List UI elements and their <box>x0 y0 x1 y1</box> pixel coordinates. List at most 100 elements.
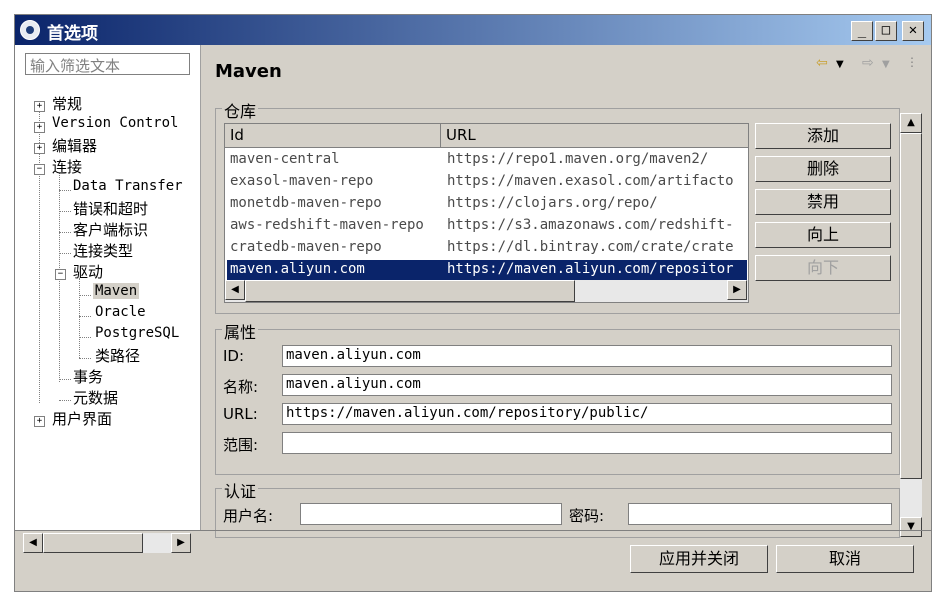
scroll-thumb[interactable] <box>43 533 143 553</box>
scroll-right-arrow-icon[interactable]: ▶ <box>171 533 191 553</box>
repo-url-cell: https://repo1.maven.org/maven2/ <box>447 151 709 167</box>
tree-item-ui[interactable]: 用户界面 <box>52 408 112 429</box>
collapse-icon[interactable]: − <box>55 269 66 280</box>
maximize-button[interactable]: □ <box>875 21 897 41</box>
repo-id-cell: monetdb-maven-repo <box>230 195 382 211</box>
repo-url-cell: https://s3.amazonaws.com/redshift- <box>447 217 734 233</box>
tree-item-version-control[interactable]: Version Control <box>52 115 178 131</box>
tree-guide <box>59 190 71 191</box>
tree-guide <box>79 316 91 317</box>
table-row[interactable]: maven.aliyun.com https://maven.aliyun.com… <box>227 260 747 282</box>
tree-item-general[interactable]: 常规 <box>52 93 82 114</box>
tree-guide <box>59 400 71 401</box>
tree-item-postgresql[interactable]: PostgreSQL <box>95 325 179 341</box>
forward-arrow-icon[interactable]: ⇨ <box>862 55 874 71</box>
expand-icon[interactable]: + <box>34 101 45 112</box>
page-vertical-scrollbar[interactable]: ▲ ▼ <box>900 113 922 537</box>
password-field[interactable] <box>628 503 892 525</box>
back-arrow-icon[interactable]: ⇦ <box>816 55 828 71</box>
move-down-button[interactable]: 向下 <box>755 255 891 281</box>
scope-label: 范围: <box>223 436 259 454</box>
table-row[interactable]: cratedb-maven-repo https://dl.bintray.com… <box>227 238 747 260</box>
tree-item-editors[interactable]: 编辑器 <box>52 135 97 156</box>
scroll-down-arrow-icon[interactable]: ▼ <box>900 517 922 537</box>
name-label: 名称: <box>223 378 259 396</box>
password-label: 密码: <box>569 507 605 525</box>
preferences-tree-panel: 输入筛选文本 + 常规 + Version Control + 编辑器 − 连接… <box>15 45 201 553</box>
app-icon <box>20 20 40 40</box>
title-bar[interactable]: 首选项 _ □ ✕ <box>15 15 931 45</box>
collapse-icon[interactable]: − <box>34 164 45 175</box>
preferences-window: 首选项 _ □ ✕ 输入筛选文本 + 常规 + Version Control … <box>14 14 932 592</box>
preference-page: Maven ⇦ ▼ ⇨ ▼ ⋮ 仓库 Id URL maven-central h… <box>202 45 929 538</box>
scroll-thumb[interactable] <box>900 133 922 479</box>
url-field[interactable]: https://maven.aliyun.com/repository/publ… <box>282 403 892 425</box>
repo-url-cell: https://clojars.org/repo/ <box>447 195 658 211</box>
tree-item-metadata[interactable]: 元数据 <box>73 387 118 408</box>
expand-icon[interactable]: + <box>34 416 45 427</box>
tree-item-client-id[interactable]: 客户端标识 <box>73 219 148 240</box>
tree-item-errors-timeouts[interactable]: 错误和超时 <box>73 198 148 219</box>
auth-group-label: 认证 <box>222 478 259 502</box>
tree-item-data-transfer[interactable]: Data Transfer <box>73 178 183 194</box>
tree-item-classpath[interactable]: 类路径 <box>95 345 140 366</box>
view-menu-icon[interactable]: ⋮ <box>906 55 918 69</box>
delete-button[interactable]: 删除 <box>755 156 891 182</box>
table-horizontal-scrollbar[interactable]: ◀ ▶ <box>225 280 748 302</box>
name-field[interactable]: maven.aliyun.com <box>282 374 892 396</box>
filter-input[interactable]: 输入筛选文本 <box>25 53 190 75</box>
id-field[interactable]: maven.aliyun.com <box>282 345 892 367</box>
properties-group-label: 属性 <box>222 319 259 343</box>
username-field[interactable] <box>300 503 562 525</box>
add-button[interactable]: 添加 <box>755 123 891 149</box>
scroll-left-arrow-icon[interactable]: ◀ <box>23 533 43 553</box>
table-row[interactable]: monetdb-maven-repo https://clojars.org/re… <box>227 194 747 216</box>
tree-guide <box>59 211 71 212</box>
tree-item-connections[interactable]: 连接 <box>52 156 82 177</box>
repo-id-cell: maven-central <box>230 151 340 167</box>
close-button[interactable]: ✕ <box>902 21 924 41</box>
back-menu-icon[interactable]: ▼ <box>836 59 844 70</box>
minimize-button[interactable]: _ <box>851 21 873 41</box>
repo-id-cell: cratedb-maven-repo <box>230 239 382 255</box>
repositories-group-label: 仓库 <box>222 98 259 122</box>
table-row[interactable]: aws-redshift-maven-repo https://s3.amazon… <box>227 216 747 238</box>
footer-divider <box>15 530 931 531</box>
tree-item-drivers[interactable]: 驱动 <box>73 261 103 282</box>
repo-url-cell: https://maven.aliyun.com/repositor <box>447 261 734 277</box>
scroll-thumb[interactable] <box>245 280 575 302</box>
scroll-right-arrow-icon[interactable]: ▶ <box>727 280 747 300</box>
scroll-left-arrow-icon[interactable]: ◀ <box>225 280 245 300</box>
tree-item-connection-types[interactable]: 连接类型 <box>73 240 133 261</box>
tree-guide <box>79 295 91 296</box>
repo-url-cell: https://dl.bintray.com/crate/crate <box>447 239 734 255</box>
disable-button[interactable]: 禁用 <box>755 189 891 215</box>
table-row[interactable]: exasol-maven-repo https://maven.exasol.co… <box>227 172 747 194</box>
scope-field[interactable] <box>282 432 892 454</box>
tree-guide <box>59 379 71 380</box>
forward-menu-icon[interactable]: ▼ <box>882 59 890 70</box>
column-header-url[interactable]: URL <box>441 124 748 148</box>
expand-icon[interactable]: + <box>34 143 45 154</box>
tree-guide <box>79 358 91 359</box>
repositories-table: Id URL maven-central https://repo1.maven.… <box>224 123 749 303</box>
apply-and-close-button[interactable]: 应用并关闭 <box>630 545 768 573</box>
page-title: Maven <box>215 61 282 82</box>
move-up-button[interactable]: 向上 <box>755 222 891 248</box>
scroll-up-arrow-icon[interactable]: ▲ <box>900 113 922 133</box>
repo-url-cell: https://maven.exasol.com/artifacto <box>447 173 734 189</box>
tree-horizontal-scrollbar[interactable]: ◀ ▶ <box>23 533 191 553</box>
id-label: ID: <box>223 347 245 365</box>
tree-item-maven[interactable]: Maven <box>93 283 140 299</box>
tree-guide <box>59 253 71 254</box>
table-row[interactable]: maven-central https://repo1.maven.org/mav… <box>227 150 747 172</box>
expand-icon[interactable]: + <box>34 122 45 133</box>
column-header-id[interactable]: Id <box>225 124 441 148</box>
url-label: URL: <box>223 405 258 423</box>
window-title: 首选项 <box>47 24 98 44</box>
cancel-button[interactable]: 取消 <box>776 545 914 573</box>
repo-id-cell: maven.aliyun.com <box>230 261 365 277</box>
tree-guide <box>79 278 80 358</box>
tree-item-transactions[interactable]: 事务 <box>73 366 103 387</box>
tree-item-oracle[interactable]: Oracle <box>95 304 146 320</box>
